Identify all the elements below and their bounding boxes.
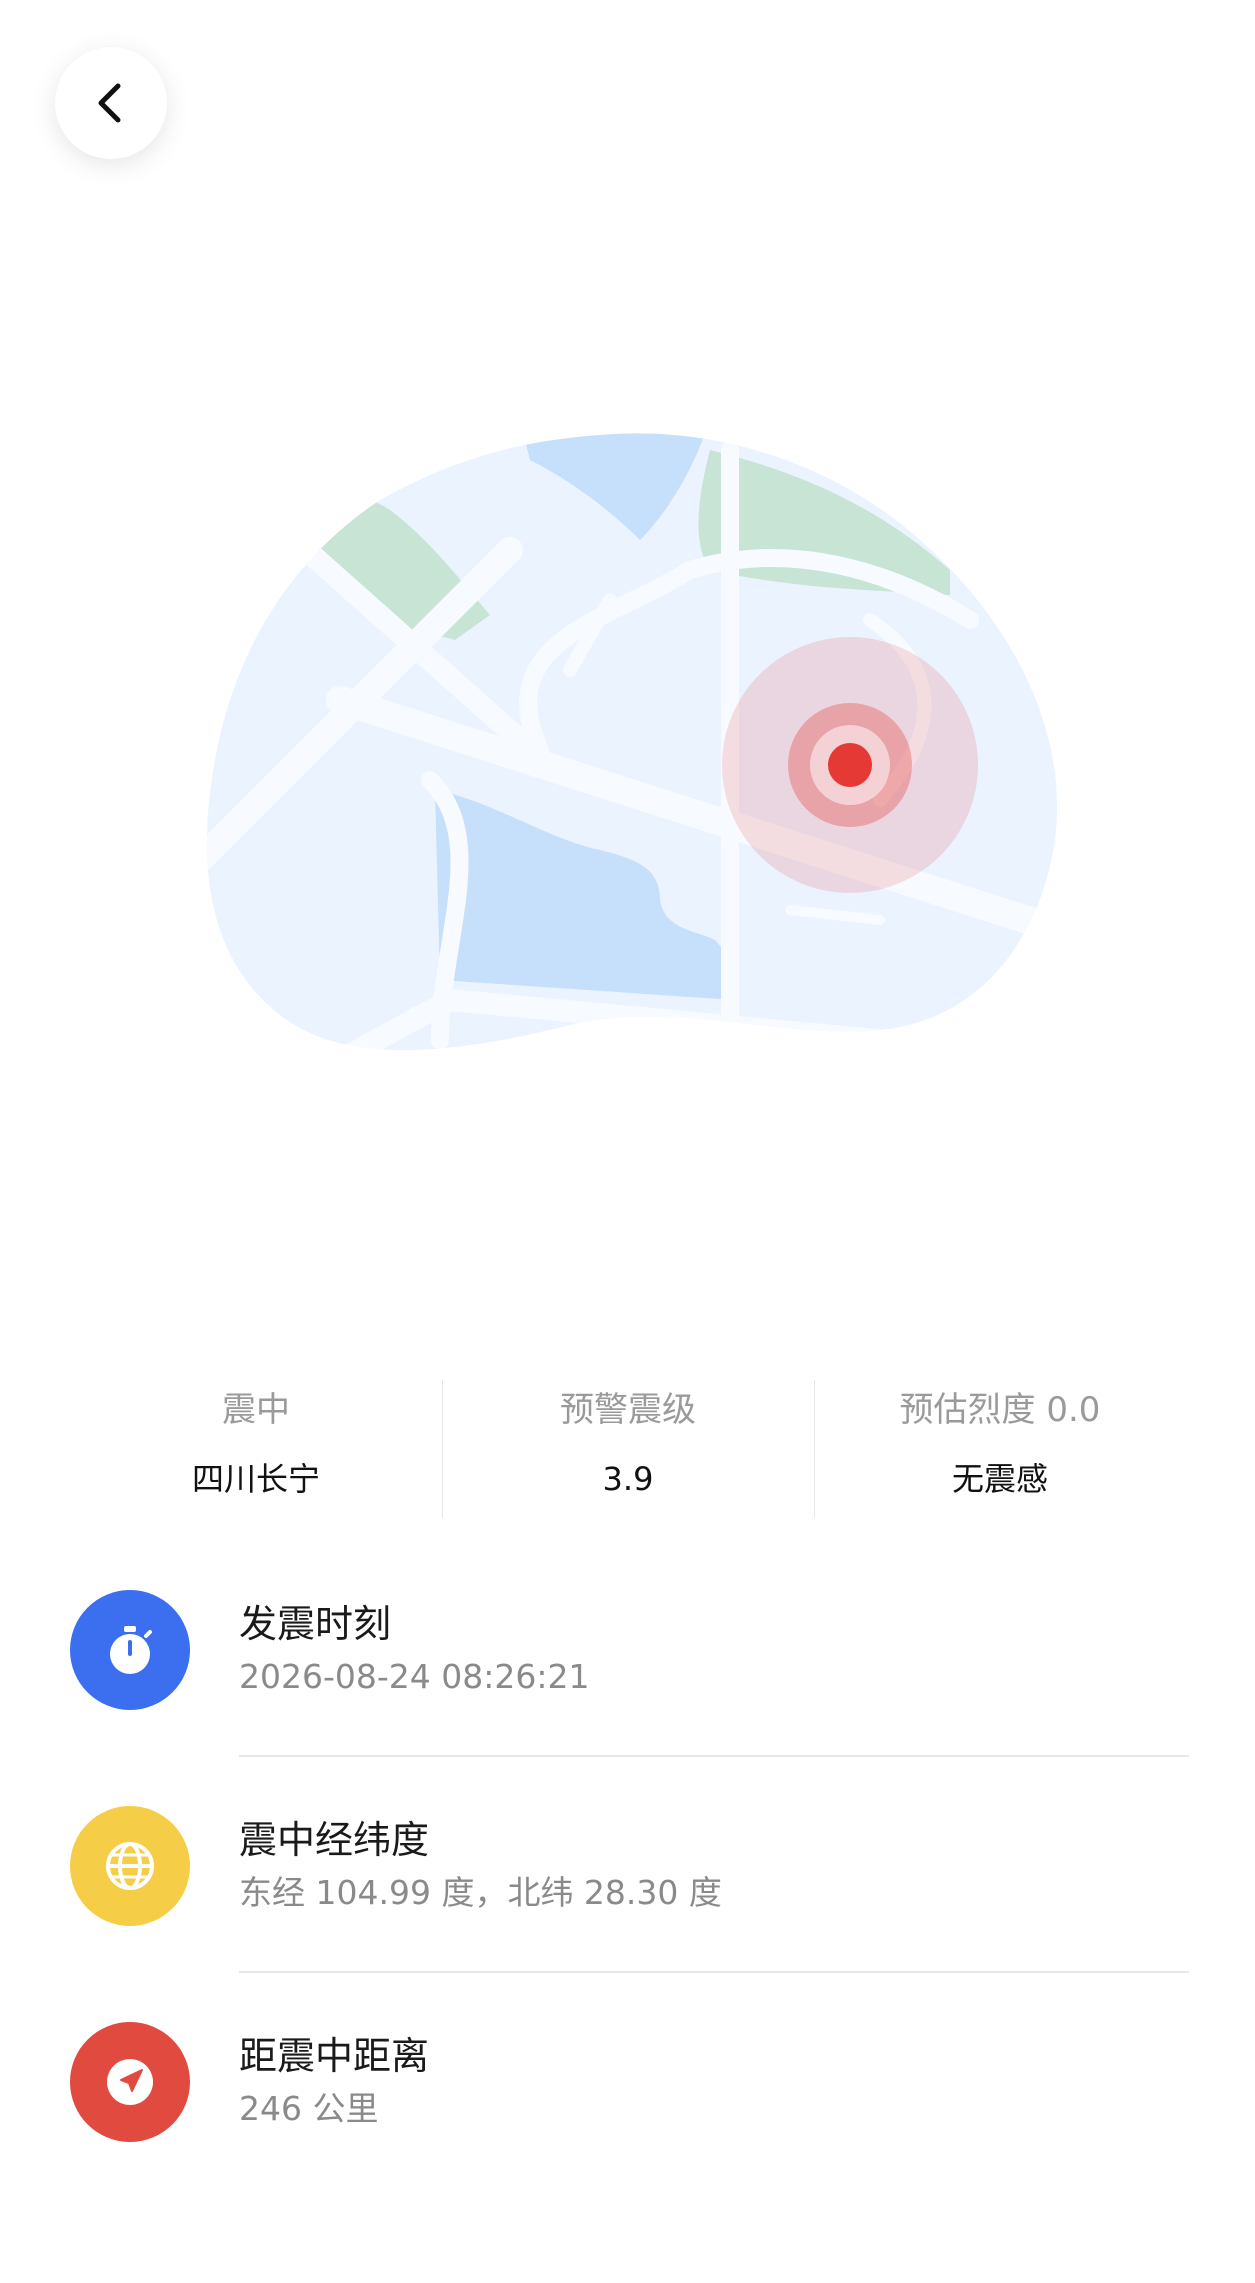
stat-value: 四川长宁: [191, 1460, 320, 1498]
detail-title: 震中经纬度: [239, 1818, 430, 1862]
stat-value: 无震感: [951, 1460, 1048, 1498]
detail-value: 2026-08-24 08:26:21: [239, 1657, 590, 1696]
navigation-arrow-icon: [70, 2022, 190, 2142]
back-button[interactable]: [55, 47, 167, 159]
quake-details: 发震时刻 2026-08-24 08:26:21 震中经纬度 东经 104.99…: [0, 1585, 1255, 2233]
detail-distance: 距震中距离 246 公里: [0, 2017, 1255, 2233]
stat-magnitude: 预警震级 3.9: [442, 1380, 814, 1518]
stat-epicenter: 震中 四川长宁: [70, 1380, 442, 1518]
detail-title: 距震中距离: [239, 2034, 430, 2078]
stat-label: 预警震级: [560, 1390, 696, 1430]
stopwatch-icon: [70, 1590, 190, 1710]
detail-time: 发震时刻 2026-08-24 08:26:21: [0, 1585, 1255, 1801]
stat-label: 震中: [222, 1390, 290, 1430]
epicenter-map: [190, 420, 1070, 1070]
detail-value: 东经 104.99 度，北纬 28.30 度: [239, 1873, 722, 1912]
detail-coordinates: 震中经纬度 东经 104.99 度，北纬 28.30 度: [0, 1801, 1255, 2017]
detail-value: 246 公里: [239, 2089, 379, 2128]
stat-label: 预估烈度 0.0: [899, 1390, 1101, 1430]
quake-stats: 震中 四川长宁 预警震级 3.9 预估烈度 0.0 无震感: [70, 1380, 1186, 1518]
divider: [239, 1755, 1189, 1757]
divider: [239, 1971, 1189, 1973]
detail-title: 发震时刻: [239, 1602, 392, 1646]
chevron-left-icon: [98, 83, 121, 123]
stat-value: 3.9: [602, 1460, 654, 1498]
globe-icon: [70, 1806, 190, 1926]
stat-intensity: 预估烈度 0.0 无震感: [814, 1380, 1186, 1518]
